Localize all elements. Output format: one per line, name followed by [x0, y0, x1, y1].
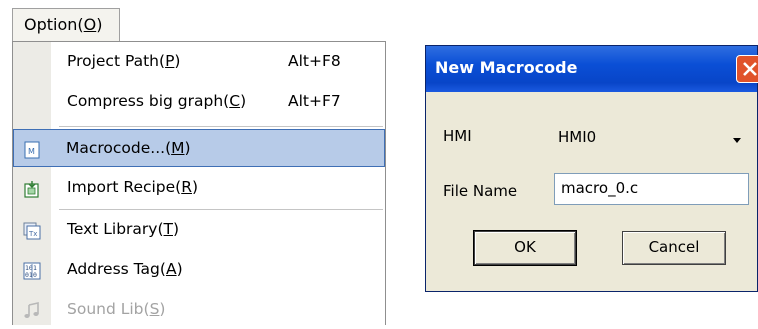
- close-button[interactable]: [736, 55, 758, 83]
- import-recipe-icon: [23, 180, 41, 198]
- file-name-value: macro_0.c: [561, 179, 639, 197]
- menu-item-shortcut: Alt+F7: [288, 92, 341, 110]
- option-menu-dropdown: Project Path(P) Alt+F8 Compress big grap…: [12, 41, 386, 325]
- ok-button[interactable]: OK: [473, 230, 577, 266]
- cancel-button[interactable]: Cancel: [622, 231, 726, 265]
- menu-item-text-library[interactable]: Tx Text Library(T): [14, 211, 384, 249]
- menu-item-label: Text Library(T): [67, 220, 180, 238]
- menu-item-compress-big-graph[interactable]: Compress big graph(C) Alt+F7: [14, 83, 384, 121]
- music-note-icon: [23, 302, 41, 320]
- file-name-label: File Name: [443, 182, 518, 200]
- menu-item-address-tag[interactable]: 10 01 1 0 Address Tag(A): [14, 251, 384, 289]
- menu-item-shortcut: Alt+F8: [288, 52, 341, 70]
- dialog-titlebar[interactable]: New Macrocode: [426, 46, 758, 92]
- menu-item-project-path[interactable]: Project Path(P) Alt+F8: [14, 43, 384, 81]
- macro-document-icon: M: [23, 141, 41, 159]
- hmi-label: HMI: [443, 127, 472, 145]
- option-menu-label: Option(O): [24, 15, 103, 34]
- text-library-icon: Tx: [23, 222, 41, 240]
- hmi-select[interactable]: HMI0: [551, 119, 751, 155]
- menu-item-label: Sound Lib(S): [67, 300, 166, 318]
- menu-item-label: Address Tag(A): [67, 260, 183, 278]
- menu-item-label: Project Path(P): [67, 52, 181, 70]
- menu-item-macrocode[interactable]: M Macrocode...(M): [13, 129, 385, 167]
- new-macrocode-dialog: New Macrocode HMI HMI0 File Name macro_0…: [425, 45, 758, 292]
- menu-item-label: Macrocode...(M): [66, 139, 191, 157]
- file-name-field[interactable]: macro_0.c: [554, 173, 749, 205]
- menu-separator: [59, 209, 383, 210]
- chevron-down-icon[interactable]: [731, 131, 743, 143]
- ok-button-label: OK: [514, 238, 536, 256]
- close-icon: [743, 62, 757, 76]
- menu-item-label: Compress big graph(C): [67, 92, 247, 110]
- menu-item-label: Import Recipe(R): [67, 178, 199, 196]
- address-tag-icon: 10 01 1 0: [23, 262, 41, 280]
- menu-item-import-recipe[interactable]: Import Recipe(R): [14, 169, 384, 207]
- menu-item-sound-lib: Sound Lib(S): [14, 291, 384, 329]
- svg-text:Tx: Tx: [28, 230, 37, 238]
- option-menu-title[interactable]: Option(O): [12, 8, 120, 42]
- svg-text:0: 0: [33, 271, 37, 279]
- svg-text:M: M: [28, 147, 35, 156]
- dialog-title: New Macrocode: [435, 58, 578, 77]
- menu-separator: [59, 126, 383, 127]
- hmi-select-value: HMI0: [558, 128, 597, 146]
- cancel-button-label: Cancel: [648, 238, 700, 256]
